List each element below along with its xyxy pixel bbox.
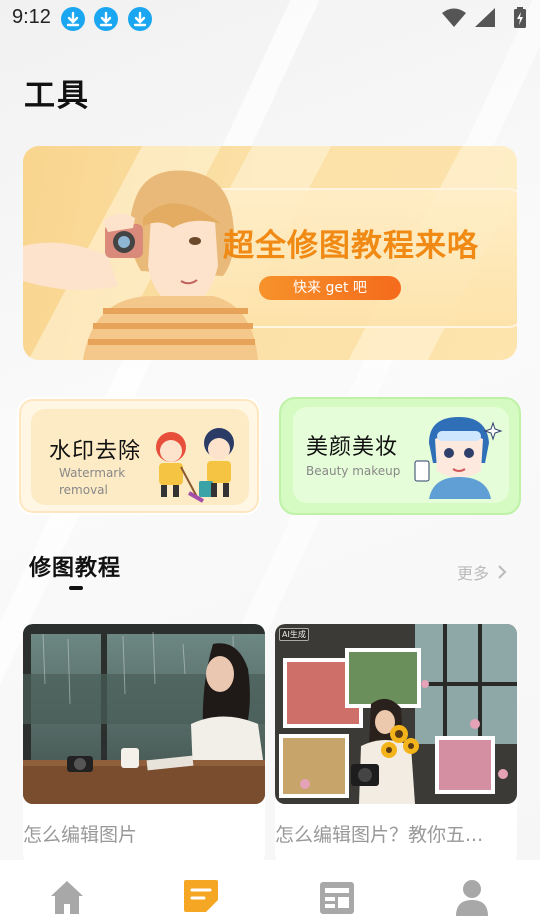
article-card[interactable]: 怎么编辑图片 (23, 624, 265, 864)
section-underline (69, 586, 83, 590)
more-link[interactable]: 更多 (457, 560, 507, 584)
status-bar: 9:12 (0, 0, 540, 36)
article-caption: 怎么编辑图片？教你五... (275, 824, 484, 846)
nav-news[interactable] (318, 880, 358, 918)
battery-charging-icon (514, 7, 526, 28)
watermark-removal-title: 水印去除 (49, 439, 142, 464)
ai-generated-tag: AI生成 (279, 628, 309, 641)
tutorial-section-title: 修图教程 (29, 556, 122, 581)
article-thumbnail: AI生成 (275, 624, 517, 804)
chevron-right-icon (498, 565, 507, 579)
tutorial-banner[interactable]: 超全修图教程来咯 快来 get 吧 (23, 146, 517, 360)
page-title: 工具 (24, 78, 90, 114)
download-icon (128, 7, 152, 31)
status-time: 9:12 (12, 6, 51, 28)
article-card[interactable]: AI生成 怎么编辑图片？教你五... (275, 624, 517, 864)
beauty-makeup-title: 美颜美妆 (306, 435, 399, 460)
watermark-removal-subtitle: Watermark removal (59, 466, 126, 497)
nav-notes[interactable] (182, 878, 222, 918)
wifi-icon (442, 8, 466, 27)
signal-icon (475, 8, 495, 27)
nav-home[interactable] (47, 876, 87, 916)
profile-icon (456, 880, 488, 916)
download-icon (94, 7, 118, 31)
makeup-girl-illustration (414, 417, 503, 499)
banner-get-button[interactable]: 快来 get 吧 (259, 276, 401, 300)
nav-profile[interactable] (454, 878, 494, 918)
bottom-navigation (0, 860, 540, 918)
cleaning-kids-illustration (156, 428, 234, 503)
banner-title: 超全修图教程来咯 (223, 228, 479, 264)
more-label: 更多 (457, 564, 490, 583)
download-icon (61, 7, 85, 31)
watermark-removal-card[interactable]: 水印去除 Watermark removal (17, 397, 261, 515)
beauty-makeup-subtitle: Beauty makeup (306, 464, 401, 478)
beauty-makeup-card[interactable]: 美颜美妆 Beauty makeup (279, 397, 521, 515)
news-icon (320, 882, 354, 914)
article-thumbnail (23, 624, 265, 804)
article-caption: 怎么编辑图片 (23, 824, 138, 846)
notes-icon (184, 880, 218, 912)
home-icon (51, 881, 83, 914)
